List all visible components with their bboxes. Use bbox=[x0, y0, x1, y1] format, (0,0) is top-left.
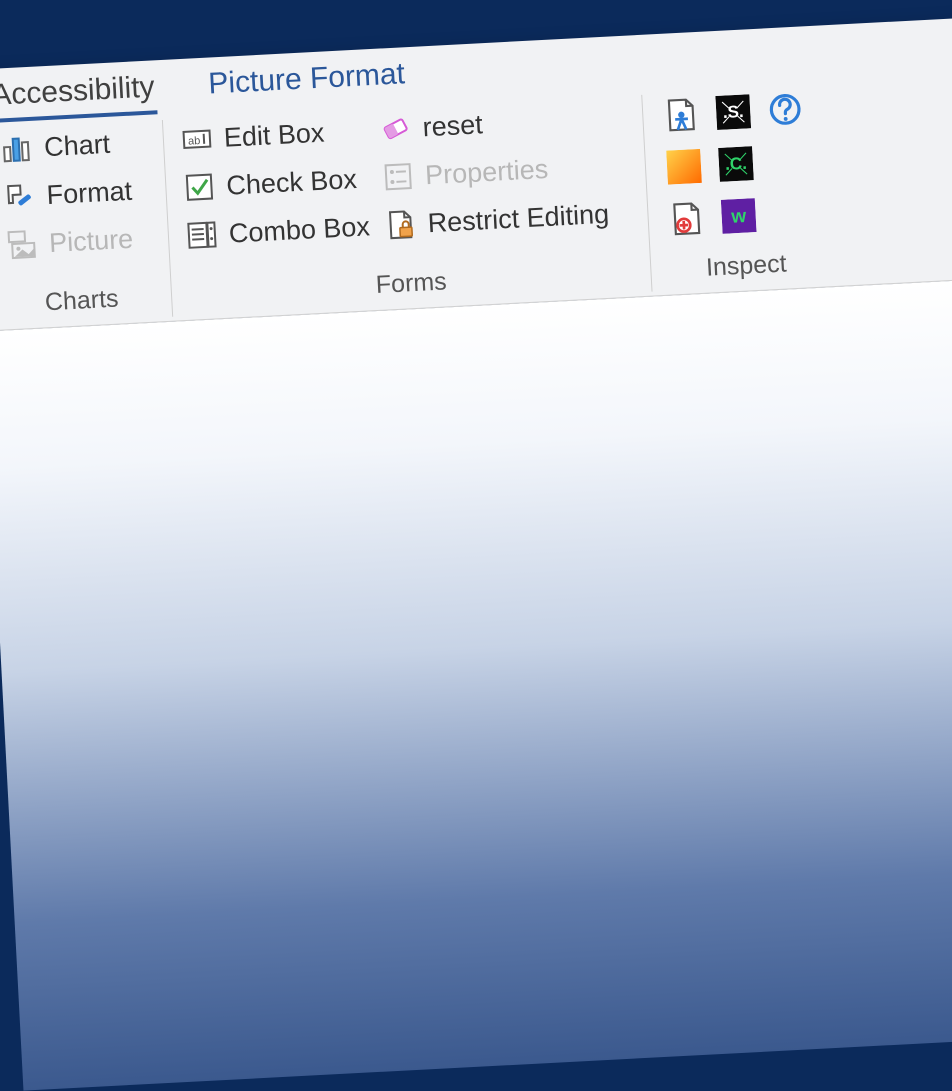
group-charts: Chart Format bbox=[0, 120, 173, 326]
format-label: Format bbox=[46, 177, 133, 208]
inspect-w-badge-icon[interactable]: w bbox=[718, 195, 760, 237]
restrict-editing-icon bbox=[383, 207, 419, 243]
gradient-swatch-icon[interactable] bbox=[663, 146, 705, 188]
inspect-doc-accessibility-icon[interactable] bbox=[660, 94, 702, 136]
inspect-strike-badge-icon[interactable]: .S. bbox=[712, 91, 754, 133]
doc-compare-icon[interactable] bbox=[666, 198, 708, 240]
help-icon[interactable] bbox=[764, 88, 806, 130]
group-forms: ab Edit Box bbox=[163, 95, 653, 317]
group-inspect: .S. bbox=[642, 85, 842, 292]
eraser-icon bbox=[378, 111, 414, 147]
inspect-c-badge-icon[interactable]: .C. bbox=[715, 143, 757, 185]
group-inspect-label: Inspect bbox=[662, 235, 830, 291]
picture-label: Picture bbox=[48, 225, 133, 256]
properties-label: Properties bbox=[425, 155, 549, 188]
group-charts-label: Charts bbox=[3, 270, 160, 325]
blank-icon bbox=[767, 140, 809, 182]
svg-text:w: w bbox=[730, 206, 747, 228]
tab-picture-format[interactable]: Picture Format bbox=[205, 55, 408, 107]
chart-icon bbox=[0, 131, 35, 167]
picture-button: Picture bbox=[4, 222, 135, 263]
properties-icon bbox=[380, 159, 416, 195]
document-area[interactable] bbox=[0, 278, 952, 1090]
blank-icon-2 bbox=[770, 192, 812, 234]
reset-label: reset bbox=[422, 111, 483, 141]
reset-button[interactable]: reset bbox=[378, 101, 605, 147]
format-icon bbox=[2, 179, 38, 215]
tab-accessibility[interactable]: Accessibility bbox=[0, 68, 158, 123]
combo-box-label: Combo Box bbox=[228, 213, 370, 247]
properties-button: Properties bbox=[380, 149, 607, 195]
format-button[interactable]: Format bbox=[2, 174, 133, 215]
ribbon: Accessibility Picture Format bbox=[0, 17, 952, 332]
picture-icon bbox=[4, 227, 40, 263]
edit-box-label: Edit Box bbox=[223, 119, 325, 151]
chart-label: Chart bbox=[43, 130, 110, 160]
check-box-button[interactable]: Check Box bbox=[182, 161, 369, 205]
restrict-editing-button[interactable]: Restrict Editing bbox=[383, 197, 610, 243]
svg-text:ab: ab bbox=[188, 135, 201, 148]
combo-box-icon bbox=[184, 217, 220, 253]
edit-box-icon: ab bbox=[179, 121, 215, 157]
check-box-label: Check Box bbox=[226, 165, 358, 199]
restrict-editing-label: Restrict Editing bbox=[427, 200, 610, 236]
combo-box-button[interactable]: Combo Box bbox=[184, 209, 371, 253]
edit-box-button[interactable]: ab Edit Box bbox=[179, 113, 366, 157]
chart-button[interactable]: Chart bbox=[0, 126, 130, 167]
check-box-icon bbox=[182, 169, 218, 205]
